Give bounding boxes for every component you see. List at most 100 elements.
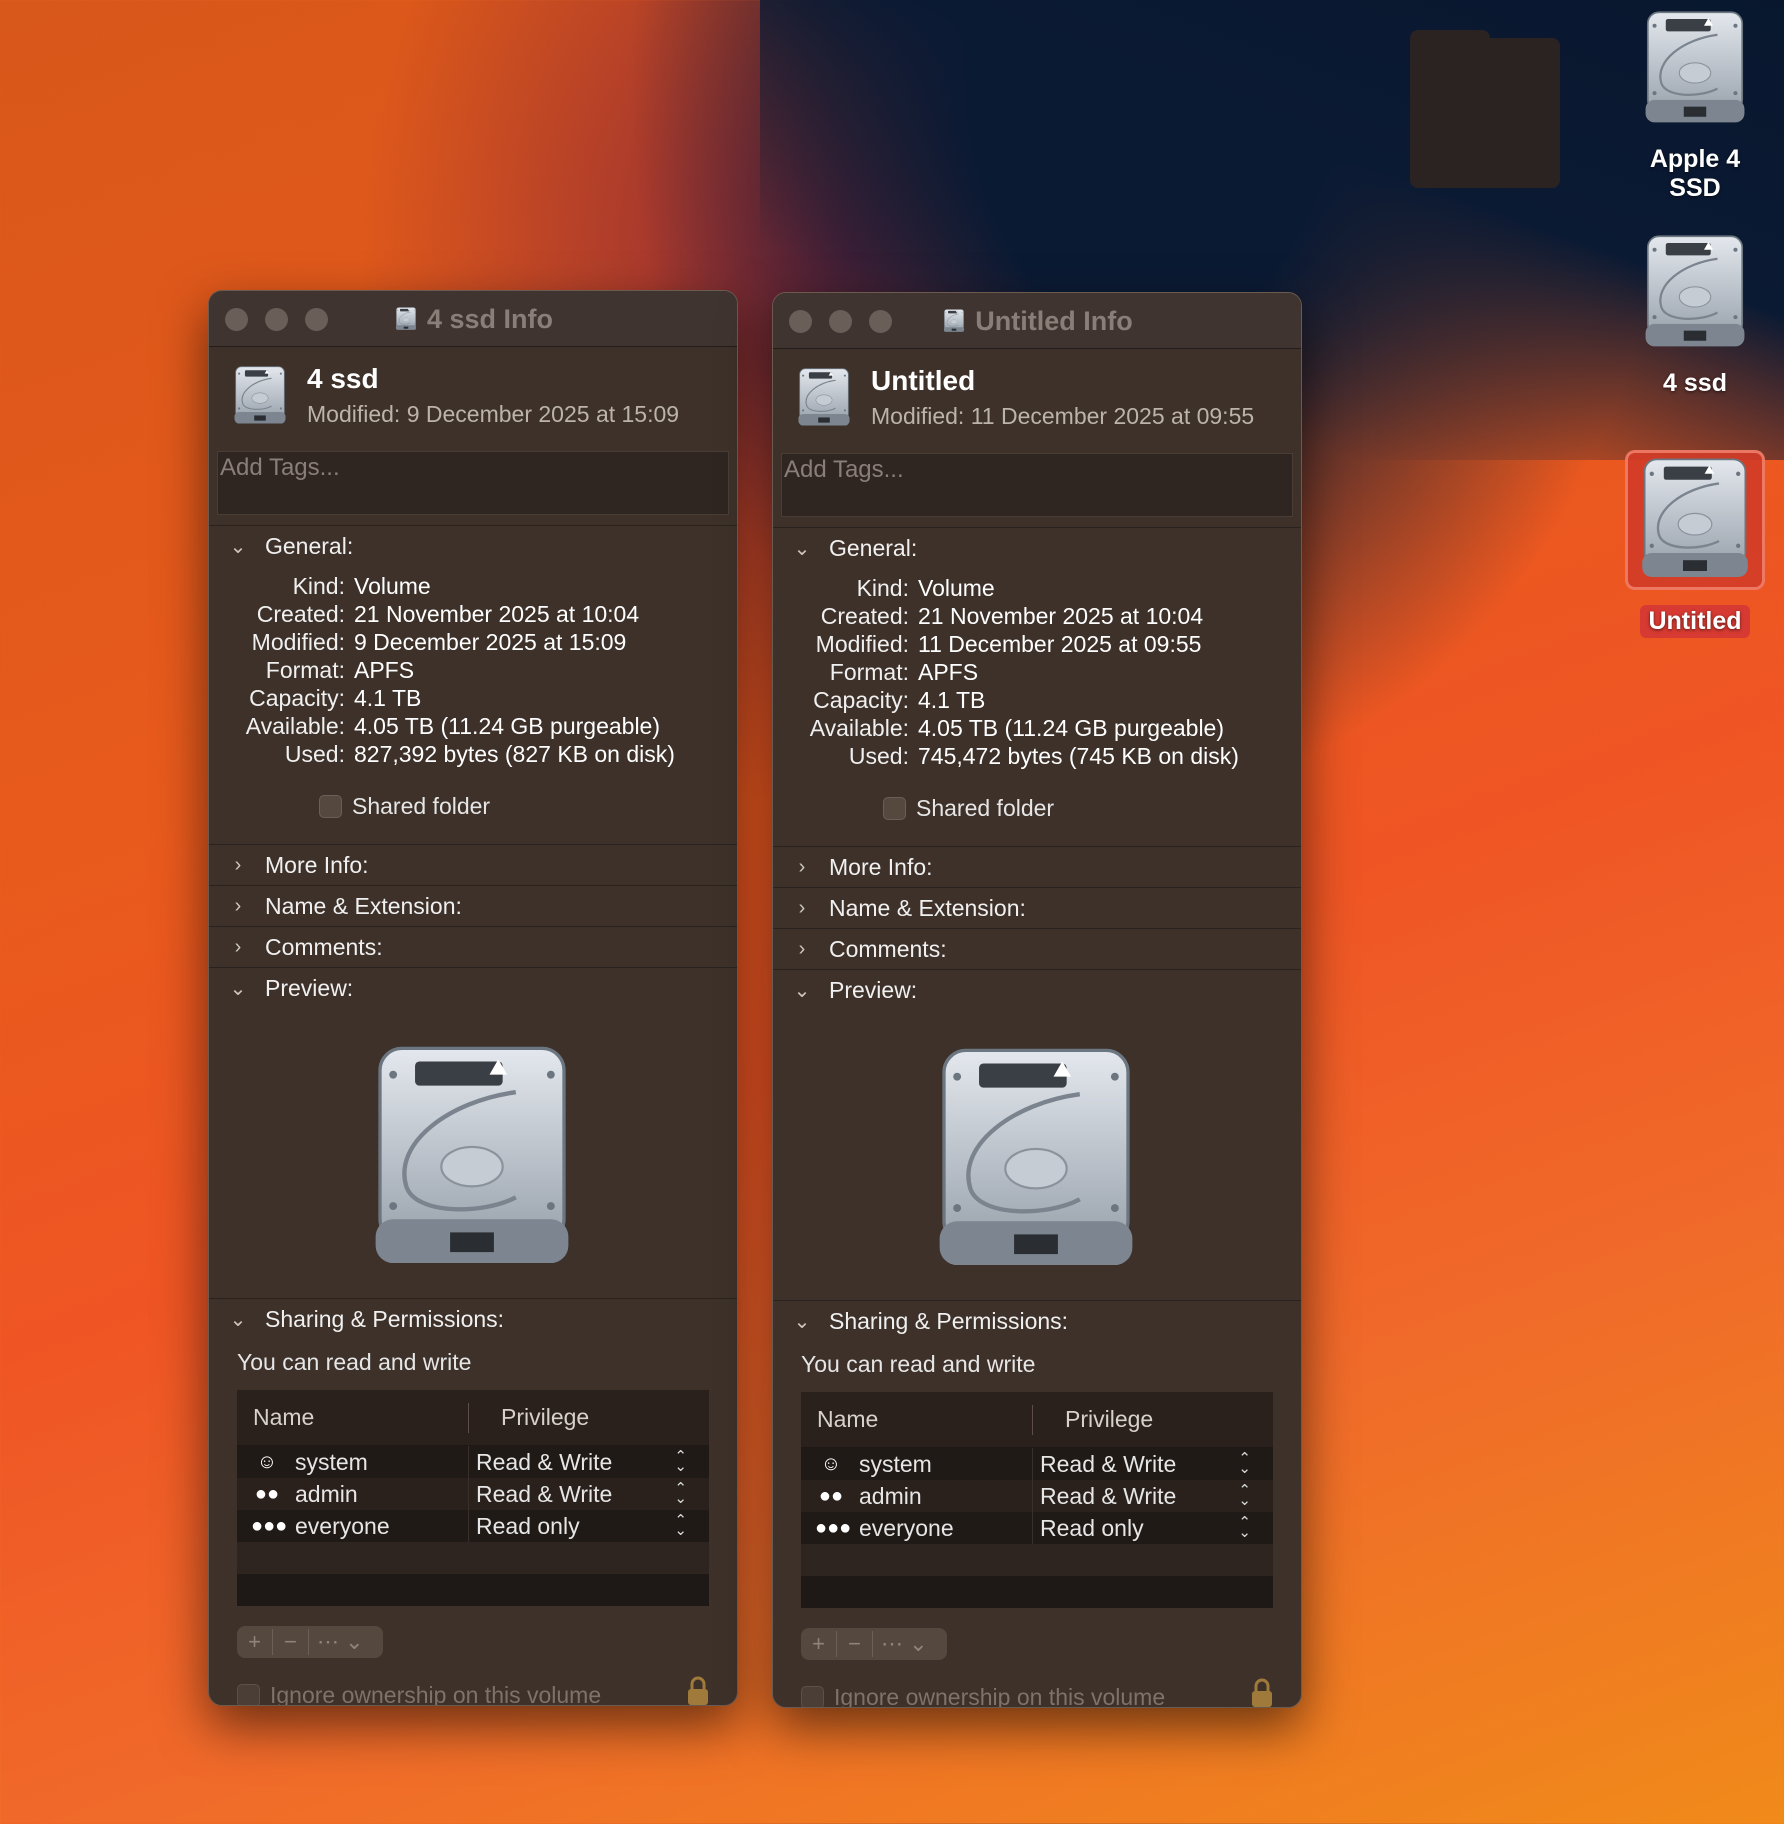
desktop-icon-untitled[interactable]: Untitled [1620, 450, 1770, 638]
chevron-right-icon: › [798, 937, 806, 960]
name-extension-section[interactable]: › Name & Extension: [773, 887, 1301, 928]
add-user-button[interactable]: + [801, 1631, 837, 1657]
remove-user-button[interactable]: − [273, 1629, 309, 1655]
permission-message: You can read and write [801, 1351, 1036, 1377]
info-key: Capacity: [813, 687, 909, 713]
table-row[interactable]: ●●● everyone Read only ⌃ ⌄ [801, 1512, 1273, 1544]
lock-icon[interactable] [1251, 1678, 1273, 1708]
privilege-select[interactable]: Read & Write ⌃ ⌄ [1033, 1483, 1273, 1510]
folder-icon[interactable] [1410, 30, 1560, 188]
privilege-value: Read & Write [476, 1480, 613, 1507]
item-name: Untitled [871, 365, 976, 396]
privilege-select[interactable]: Read & Write ⌃ ⌄ [469, 1481, 709, 1508]
ignore-ownership-option[interactable]: Ignore ownership on this volume [801, 1678, 1273, 1707]
sharing-disclosure[interactable]: ⌄ Sharing & Permissions: [773, 1301, 1301, 1341]
title-bar[interactable]: 4 ssd Info [209, 291, 737, 347]
ignore-ownership-checkbox[interactable] [801, 1686, 824, 1707]
table-row[interactable]: ☺ system Read & Write ⌃ ⌄ [801, 1448, 1273, 1480]
info-window-untitled: Untitled Info Untitled Modified: 11 Dece… [772, 292, 1302, 1708]
remove-user-button[interactable]: − [837, 1631, 873, 1657]
info-key: Modified: [815, 631, 909, 657]
sharing-disclosure[interactable]: ⌄ Sharing & Permissions: [209, 1299, 737, 1339]
add-user-button[interactable]: + [237, 1629, 273, 1655]
comments-section[interactable]: › Comments: [773, 928, 1301, 969]
title-bar[interactable]: Untitled Info [773, 293, 1301, 349]
updown-chevron-icon: ⌃ ⌄ [674, 1480, 687, 1507]
info-value: Volume [354, 573, 431, 599]
info-row: Created: 21 November 2025 at 10:04 [773, 602, 1301, 630]
section-label: General: [829, 534, 918, 561]
general-section: ⌄ General: Kind: Volume Created: 21 Novembe… [209, 525, 737, 844]
desktop-icon-apple-4-ssd[interactable]: Apple 4 SSD [1620, 10, 1770, 205]
name-extension-section[interactable]: › Name & Extension: [209, 885, 737, 926]
info-row: Available: 4.05 TB (11.24 GB purgeable) [773, 714, 1301, 742]
table-row[interactable]: ●●● everyone Read only ⌃ ⌄ [237, 1510, 709, 1542]
shared-folder-option[interactable]: Shared folder [319, 793, 737, 820]
permissions-table: Name Privilege ☺ system Read & Write ⌃ ⌄ ●●… [801, 1392, 1273, 1608]
updown-chevron-icon: ⌃ ⌄ [1238, 1450, 1251, 1477]
shared-folder-option[interactable]: Shared folder [883, 795, 1301, 822]
info-row: Used: 745,472 bytes (745 KB on disk) [773, 742, 1301, 770]
more-info-section[interactable]: › More Info: [209, 844, 737, 885]
action-menu-button[interactable]: ⋯ ⌄ [309, 1629, 364, 1655]
tags-field[interactable]: Add Tags... [217, 451, 729, 515]
user-name: everyone [295, 1512, 390, 1539]
chevron-down-icon: ⌄ [229, 1308, 247, 1331]
permissions-table: Name Privilege ☺ system Read & Write ⌃ ⌄ ●●… [237, 1390, 709, 1606]
info-value: APFS [918, 659, 979, 685]
ignore-ownership-option[interactable]: Ignore ownership on this volume [237, 1676, 709, 1705]
info-key: Available: [245, 713, 345, 739]
ignore-ownership-checkbox[interactable] [237, 1684, 260, 1705]
desktop-icon-4-ssd[interactable]: 4 ssd [1620, 234, 1770, 400]
table-row[interactable]: ●● admin Read & Write ⌃ ⌄ [237, 1478, 709, 1510]
privilege-select[interactable]: Read only ⌃ ⌄ [469, 1513, 709, 1540]
general-details: Kind: Volume Created: 21 November 2025 at … [773, 568, 1301, 846]
user-icon: ☺ [256, 1450, 278, 1473]
column-header-privilege[interactable]: Privilege [469, 1404, 589, 1431]
table-row[interactable]: ●● admin Read & Write ⌃ ⌄ [801, 1480, 1273, 1512]
section-label: Preview: [265, 974, 354, 1001]
info-row: Modified: 9 December 2025 at 15:09 [209, 628, 737, 656]
column-header-name[interactable]: Name [801, 1404, 1033, 1435]
info-value: 4.1 TB [918, 687, 986, 713]
general-disclosure[interactable]: ⌄ General: [209, 526, 737, 566]
permission-message: You can read and write [237, 1349, 472, 1375]
tags-field[interactable]: Add Tags... [781, 453, 1293, 517]
shared-folder-checkbox[interactable] [883, 797, 906, 820]
privilege-select[interactable]: Read only ⌃ ⌄ [1033, 1515, 1273, 1542]
info-row: Format: APFS [209, 656, 737, 684]
chevron-down-icon: ⌄ [229, 535, 247, 558]
info-row: Used: 827,392 bytes (827 KB on disk) [209, 740, 737, 768]
column-header-name[interactable]: Name [237, 1402, 469, 1433]
info-row: Kind: Volume [209, 572, 737, 600]
comments-section[interactable]: › Comments: [209, 926, 737, 967]
preview-disclosure[interactable]: ⌄ Preview: [773, 970, 1301, 1010]
more-info-section[interactable]: › More Info: [773, 846, 1301, 887]
table-row[interactable]: ☺ system Read & Write ⌃ ⌄ [237, 1446, 709, 1478]
window-title-text: Untitled Info [975, 306, 1133, 336]
preview-disclosure[interactable]: ⌄ Preview: [209, 968, 737, 1008]
info-key: Created: [820, 603, 909, 629]
action-menu-button[interactable]: ⋯ ⌄ [873, 1631, 928, 1657]
shared-folder-checkbox[interactable] [319, 795, 342, 818]
table-body: ☺ system Read & Write ⌃ ⌄ ●● admin Read & Wr… [801, 1448, 1273, 1608]
privilege-select[interactable]: Read & Write ⌃ ⌄ [1033, 1451, 1273, 1478]
info-value: 827,392 bytes (827 KB on disk) [354, 741, 675, 767]
updown-chevron-icon: ⌃ ⌄ [1238, 1482, 1251, 1509]
empty-row [801, 1544, 1273, 1576]
column-header-privilege[interactable]: Privilege [1033, 1406, 1153, 1433]
preview-area [209, 1008, 737, 1298]
privilege-select[interactable]: Read & Write ⌃ ⌄ [469, 1449, 709, 1476]
chevron-right-icon: › [798, 896, 806, 919]
table-header: Name Privilege [801, 1392, 1273, 1448]
user-name: admin [295, 1480, 358, 1507]
disk-icon [393, 307, 419, 331]
lock-icon[interactable] [687, 1676, 709, 1706]
info-key: Format: [829, 659, 909, 685]
info-key: Format: [265, 657, 345, 683]
item-modified: Modified: 9 December 2025 at 15:09 [307, 401, 680, 427]
chevron-right-icon: › [234, 935, 242, 958]
general-disclosure[interactable]: ⌄ General: [773, 528, 1301, 568]
item-header: 4 ssd Modified: 9 December 2025 at 15:09 [209, 347, 737, 451]
section-label: General: [265, 532, 354, 559]
